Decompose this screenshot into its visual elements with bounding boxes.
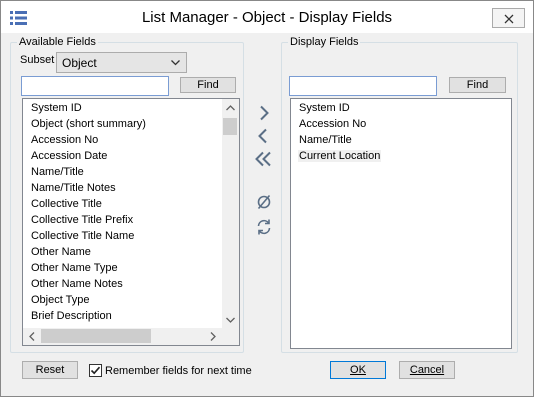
title-bar: List Manager - Object - Display Fields xyxy=(1,1,533,33)
double-chevron-left-icon[interactable] xyxy=(254,151,273,167)
chevron-left-icon[interactable] xyxy=(257,128,269,144)
available-find-button[interactable]: Find xyxy=(180,77,236,93)
available-field-item[interactable]: Collective Title Name xyxy=(31,230,134,242)
available-field-item[interactable]: Collective Title Prefix xyxy=(31,214,133,226)
display-field-item[interactable]: Name/Title xyxy=(299,134,352,146)
close-icon xyxy=(504,14,514,24)
remember-fields-checkbox[interactable] xyxy=(89,364,102,377)
available-list-vertical-scrollbar[interactable] xyxy=(222,99,239,329)
reset-button[interactable]: Reset xyxy=(22,361,78,379)
scroll-up-icon[interactable] xyxy=(226,105,235,111)
checkmark-icon xyxy=(90,366,101,375)
available-field-item[interactable]: System ID xyxy=(31,102,82,114)
list-manager-window: List Manager - Object - Display Fields A… xyxy=(0,0,534,397)
horizontal-scroll-thumb[interactable] xyxy=(41,329,151,343)
available-field-item[interactable]: Accession Date xyxy=(31,150,107,162)
vertical-scroll-thumb[interactable] xyxy=(223,118,237,135)
available-field-item[interactable]: Name/Title Notes xyxy=(31,182,116,194)
chevron-right-icon[interactable] xyxy=(258,105,270,121)
available-field-item[interactable]: Other Name Notes xyxy=(31,278,123,290)
display-field-item[interactable]: Accession No xyxy=(299,118,366,130)
scrollbar-corner xyxy=(222,328,239,345)
subset-label: Subset xyxy=(20,54,55,66)
available-field-item[interactable]: Object (short summary) xyxy=(31,118,146,130)
available-field-item[interactable]: Other Name xyxy=(31,246,91,258)
available-field-item[interactable]: Name/Title xyxy=(31,166,84,178)
available-fields-legend: Available Fields xyxy=(17,36,98,48)
remember-fields-label[interactable]: Remember fields for next time xyxy=(105,365,252,377)
available-field-item[interactable]: Other Name Type xyxy=(31,262,118,274)
ok-button[interactable]: OK xyxy=(330,361,386,379)
available-fields-list[interactable]: System ID Object (short summary) Accession… xyxy=(22,98,240,346)
cancel-button[interactable]: Cancel xyxy=(399,361,455,379)
display-fields-legend: Display Fields xyxy=(288,36,361,48)
display-field-item[interactable]: Current Location xyxy=(298,150,382,162)
cancel-button-label: Cancel xyxy=(409,364,445,376)
subset-select[interactable]: Object xyxy=(56,52,187,73)
subset-select-value: Object xyxy=(62,56,97,70)
scroll-left-icon[interactable] xyxy=(29,332,35,341)
refresh-icon[interactable] xyxy=(255,218,273,236)
ok-button-label: OK xyxy=(350,364,366,376)
available-find-input[interactable] xyxy=(21,76,169,96)
window-title: List Manager - Object - Display Fields xyxy=(141,9,393,26)
display-field-item[interactable]: System ID xyxy=(299,102,350,114)
close-button[interactable] xyxy=(492,8,525,28)
available-field-item[interactable]: Accession No xyxy=(31,134,98,146)
empty-set-icon[interactable] xyxy=(256,194,272,210)
display-find-input[interactable] xyxy=(289,76,437,96)
available-field-item[interactable]: Collective Title xyxy=(31,198,102,210)
scroll-down-icon[interactable] xyxy=(226,317,235,323)
chevron-down-icon xyxy=(171,60,180,66)
available-field-item[interactable]: Object Type xyxy=(31,294,90,306)
scroll-right-icon[interactable] xyxy=(210,332,216,341)
available-list-horizontal-scrollbar[interactable] xyxy=(23,328,223,345)
display-fields-list[interactable]: System ID Accession No Name/Title Current L… xyxy=(290,98,512,349)
display-find-button[interactable]: Find xyxy=(449,77,506,93)
available-field-item[interactable]: Brief Description xyxy=(31,310,112,322)
